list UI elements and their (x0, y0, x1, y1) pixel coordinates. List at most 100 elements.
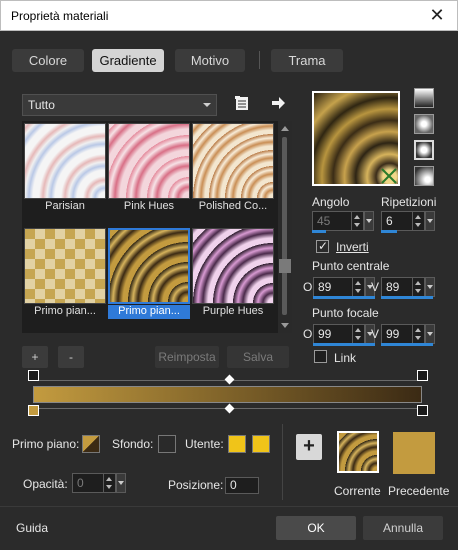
radial-style-icon[interactable] (414, 166, 434, 186)
remove-gradient-button[interactable]: - (58, 346, 84, 368)
scroll-down-icon[interactable] (281, 323, 289, 328)
center-h-input[interactable]: 89 (313, 277, 365, 297)
parisian-thumbnail (24, 123, 106, 199)
color-stop-left[interactable] (28, 405, 39, 416)
angle-value: 45 (317, 214, 331, 228)
current-swatch[interactable] (337, 431, 379, 473)
close-icon[interactable]: ✕ (427, 5, 447, 25)
center-point-label: Punto centrale (312, 259, 390, 273)
center-h-value: 89 (318, 280, 332, 294)
gallery-item-purple-hues[interactable]: Purple Hues (192, 228, 274, 318)
center-v-slider-indicator (381, 296, 433, 299)
previous-swatch[interactable] (393, 432, 435, 474)
angle-input: 45 (312, 211, 364, 231)
gallery-item-primo-piano-2[interactable]: Primo pian... (108, 228, 190, 319)
add-gradient-button[interactable]: + (22, 346, 48, 368)
repeats-stepper[interactable] (412, 212, 424, 230)
focal-h-label: O (303, 327, 313, 341)
foreground-swatch[interactable] (82, 435, 100, 453)
background-label: Sfondo: (112, 437, 154, 451)
gallery-item-label: Primo pian... (108, 305, 190, 319)
scroll-handle[interactable] (279, 259, 291, 273)
gallery-scrollbar[interactable] (278, 121, 292, 333)
opacity-label: Opacità: (23, 477, 68, 491)
background-swatch[interactable] (158, 435, 176, 453)
help-link[interactable]: Guida (16, 521, 48, 535)
focal-v-dropdown-button[interactable] (425, 324, 435, 344)
current-label: Corrente (334, 484, 381, 498)
transparency-midpoint-marker[interactable] (224, 374, 235, 385)
tab-trama[interactable]: Trama (271, 49, 343, 72)
focal-h-value: 99 (318, 327, 332, 341)
repeats-slider-indicator (381, 230, 397, 233)
focal-v-label: V (371, 327, 380, 341)
crosshair-icon (381, 168, 397, 184)
center-h-stepper[interactable] (352, 278, 364, 296)
purple-hues-thumbnail (192, 228, 274, 304)
link-checkbox[interactable] (314, 350, 327, 363)
gallery-item-polished-copper[interactable]: Polished Co... (192, 123, 274, 213)
rectangular-style-icon[interactable] (414, 114, 434, 134)
gallery-item-parisian[interactable]: Parisian (24, 123, 106, 213)
color-midpoint-marker[interactable] (224, 403, 235, 414)
link-label: Link (334, 351, 357, 365)
opacity-stepper (103, 474, 115, 492)
transparency-stop-left[interactable] (28, 370, 39, 381)
transparency-stop-right[interactable] (417, 370, 428, 381)
repeats-dropdown-button[interactable] (425, 211, 435, 231)
center-v-input[interactable]: 89 (381, 277, 425, 297)
focal-h-slider-indicator (313, 343, 375, 346)
invert-checkbox[interactable] (316, 239, 329, 253)
category-dropdown[interactable]: Tutto (22, 94, 217, 116)
invert-label: Inverti (336, 240, 369, 254)
gallery-item-primo-piano-1[interactable]: Primo pian... (24, 228, 106, 318)
foreground-label: Primo piano: (12, 437, 80, 451)
repeats-value: 6 (386, 214, 393, 228)
center-v-dropdown-button[interactable] (425, 277, 435, 297)
center-h-label: O (303, 280, 313, 294)
linear-style-icon[interactable] (414, 88, 434, 108)
angle-slider-indicator (312, 230, 326, 233)
tab-motivo[interactable]: Motivo (175, 49, 245, 72)
save-button[interactable]: Salva (227, 346, 289, 368)
center-h-slider-indicator (313, 296, 375, 299)
color-stop-right[interactable] (417, 405, 428, 416)
focal-h-input[interactable]: 99 (313, 324, 365, 344)
user-label: Utente: (185, 437, 224, 451)
focal-v-stepper[interactable] (412, 325, 424, 343)
position-input[interactable]: 0 (225, 477, 259, 494)
tab-colore[interactable]: Colore (12, 49, 84, 72)
tab-gradiente[interactable]: Gradiente (92, 49, 164, 72)
center-v-stepper[interactable] (412, 278, 424, 296)
focal-v-input[interactable]: 99 (381, 324, 425, 344)
ok-button[interactable]: OK (276, 516, 356, 540)
primo-piano-checker-thumbnail (24, 228, 106, 304)
gallery-item-label: Polished Co... (198, 200, 268, 212)
reset-button[interactable]: Reimposta (155, 346, 219, 368)
cancel-button[interactable]: Annulla (363, 516, 443, 540)
pink-hues-thumbnail (108, 123, 190, 199)
scroll-track[interactable] (282, 137, 287, 315)
scroll-up-icon[interactable] (281, 126, 289, 131)
user-swatch-2[interactable] (252, 435, 270, 453)
gradient-bar[interactable] (33, 386, 422, 403)
focal-v-slider-indicator (381, 343, 433, 346)
add-swatch-button[interactable]: + (296, 434, 322, 460)
gallery-item-label: Purple Hues (202, 305, 264, 317)
gradient-gallery: Parisian Pink Hues Polished Co... Primo … (22, 121, 292, 333)
previous-label: Precedente (388, 484, 450, 498)
sunburst-style-icon[interactable] (414, 140, 434, 160)
repeats-input[interactable]: 6 (381, 211, 425, 231)
gallery-item-pink-hues[interactable]: Pink Hues (108, 123, 190, 213)
position-label: Posizione: (168, 478, 224, 492)
window-title: Proprietà materiali (11, 9, 109, 23)
title-bar: Proprietà materiali ✕ (0, 0, 458, 31)
polished-copper-thumbnail (192, 123, 274, 199)
user-swatch-1[interactable] (228, 435, 246, 453)
arrow-right-icon[interactable] (270, 95, 286, 111)
gradient-preview[interactable] (312, 91, 400, 186)
focal-v-value: 99 (386, 327, 400, 341)
focal-point-label: Punto focale (312, 306, 379, 320)
list-options-icon[interactable] (234, 95, 250, 111)
focal-h-stepper[interactable] (352, 325, 364, 343)
